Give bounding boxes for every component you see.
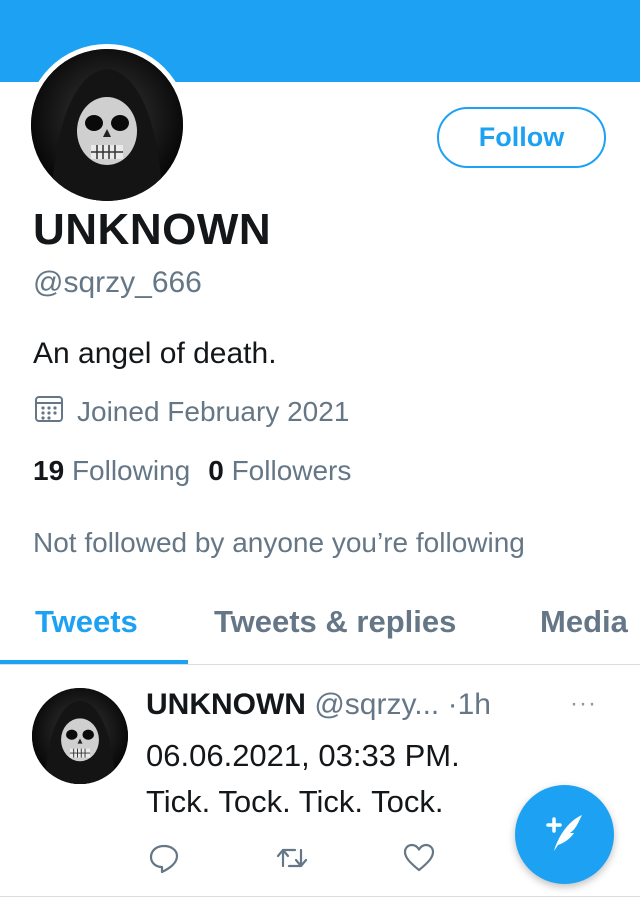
follow-button[interactable]: Follow [437,107,606,168]
retweet-icon[interactable] [275,842,309,879]
profile-bio: An angel of death. [33,337,277,370]
tweet-header: UNKNOWN @sqrzy... ·1h [146,688,491,722]
avatar-image [31,49,183,201]
tab-media[interactable]: Media [540,604,628,640]
not-followed-notice: Not followed by anyone you’re following [33,527,525,558]
profile-tabs: Tweets Tweets & replies Media [0,596,640,665]
profile-name: UNKNOWN [33,205,272,254]
profile-avatar[interactable] [26,44,188,206]
follow-stats: 19 Following 0 Followers [33,455,351,487]
following-link[interactable]: 19 Following [33,455,190,486]
tweet-author-handle: @sqrzy... [314,688,440,721]
tab-tweets[interactable]: Tweets [35,604,138,640]
tweet-avatar[interactable] [32,688,128,784]
tweet-text-line-2: Tick. Tock. Tick. Tock. [146,784,444,819]
joined-text: Joined February 2021 [77,395,350,427]
followers-link[interactable]: 0 Followers [208,455,351,486]
following-count: 19 [33,455,65,486]
followers-count: 0 [208,455,224,486]
tab-tweets-replies[interactable]: Tweets & replies [214,604,456,640]
followers-label: Followers [231,455,352,486]
more-icon[interactable]: ··· [570,690,597,718]
tweet-author-name[interactable]: UNKNOWN [146,688,306,721]
profile-handle: @sqrzy_666 [33,266,202,299]
reply-icon[interactable] [148,842,180,879]
following-label: Following [71,455,191,486]
joined-date: Joined February 2021 [33,392,349,431]
active-tab-indicator [0,660,188,664]
tweet-time: ·1h [447,688,491,721]
tweet-text-line-1: 06.06.2021, 03:33 PM. [146,738,460,773]
like-icon[interactable] [402,842,436,879]
calendar-icon [33,392,77,431]
compose-tweet-icon [540,807,590,862]
compose-tweet-button[interactable] [515,785,614,884]
